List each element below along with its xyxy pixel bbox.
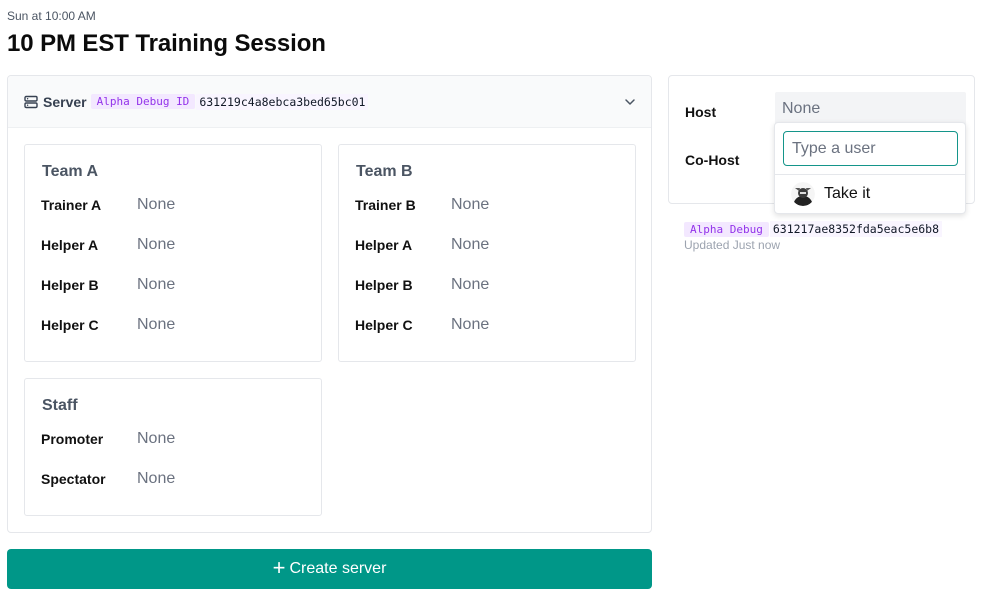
host-debug-id: 631217ae8352fda5eac5e6b8 <box>769 221 943 237</box>
cohost-label: Co-Host <box>685 152 740 168</box>
role-row: Trainer A None <box>41 195 175 215</box>
host-label: Host <box>685 104 717 120</box>
role-value[interactable]: None <box>451 196 489 214</box>
user-search-input[interactable] <box>783 131 958 166</box>
role-value[interactable]: None <box>451 316 489 334</box>
role-label: Helper A <box>355 237 413 253</box>
role-value[interactable]: None <box>137 316 175 334</box>
role-row: Helper A None <box>355 235 489 255</box>
role-row: Helper C None <box>355 315 489 335</box>
updated-text: Updated Just now <box>684 238 781 252</box>
host-select[interactable]: None <box>775 92 966 126</box>
role-label: Helper B <box>41 277 99 293</box>
page-title: 10 PM EST Training Session <box>7 30 326 57</box>
role-row: Trainer B None <box>355 195 489 215</box>
role-label: Promoter <box>41 431 104 447</box>
host-debug-meta: Alpha Debug 631217ae8352fda5eac5e6b8 <box>684 221 943 237</box>
server-debug-id: 631219c4a8ebca3bed65bc01 <box>196 93 369 110</box>
staff-card: Staff Promoter None Spectator None <box>24 378 322 516</box>
team-a-title: Team A <box>42 163 99 180</box>
staff-title: Staff <box>42 397 78 414</box>
user-dropdown: Take it <box>774 122 966 214</box>
divider <box>775 174 965 175</box>
server-panel: Server Alpha Debug ID 631219c4a8ebca3bed… <box>7 75 652 533</box>
role-label: Helper C <box>355 317 413 333</box>
role-value[interactable]: None <box>451 276 489 294</box>
role-label: Helper B <box>355 277 413 293</box>
server-label: Server <box>43 93 87 110</box>
role-row: Helper B None <box>355 275 489 295</box>
create-server-button[interactable]: + Create server <box>7 549 652 589</box>
role-row: Promoter None <box>41 429 175 449</box>
role-value[interactable]: None <box>137 276 175 294</box>
role-value[interactable]: None <box>137 470 175 488</box>
server-header[interactable]: Server Alpha Debug ID 631219c4a8ebca3bed… <box>8 76 651 128</box>
role-value[interactable]: None <box>451 236 489 254</box>
role-value[interactable]: None <box>137 430 175 448</box>
take-it-label: Take it <box>824 185 871 202</box>
role-label: Spectator <box>41 471 106 487</box>
role-value[interactable]: None <box>137 236 175 254</box>
role-row: Helper C None <box>41 315 175 335</box>
role-row: Spectator None <box>41 469 175 489</box>
host-value: None <box>782 100 821 117</box>
team-b-title: Team B <box>356 163 413 180</box>
debug-badge: Alpha Debug <box>684 221 769 237</box>
team-b-card: Team B Trainer B None Helper A None Help… <box>338 144 636 362</box>
plus-icon: + <box>272 555 286 580</box>
role-value[interactable]: None <box>137 196 175 214</box>
debug-badge: Alpha Debug ID <box>90 94 196 109</box>
role-row: Helper A None <box>41 235 175 255</box>
event-datetime: Sun at 10:00 AM <box>7 9 96 23</box>
server-icon <box>24 95 38 108</box>
chevron-down-icon[interactable] <box>624 96 636 108</box>
role-row: Helper B None <box>41 275 175 295</box>
role-label: Helper A <box>41 237 99 253</box>
user-avatar <box>791 182 815 206</box>
role-label: Trainer B <box>355 197 416 213</box>
team-a-card: Team A Trainer A None Helper A None Help… <box>24 144 322 362</box>
create-server-label: Create server <box>289 560 387 577</box>
role-label: Helper C <box>41 317 99 333</box>
role-label: Trainer A <box>41 197 102 213</box>
take-it-option[interactable]: Take it <box>791 182 870 206</box>
